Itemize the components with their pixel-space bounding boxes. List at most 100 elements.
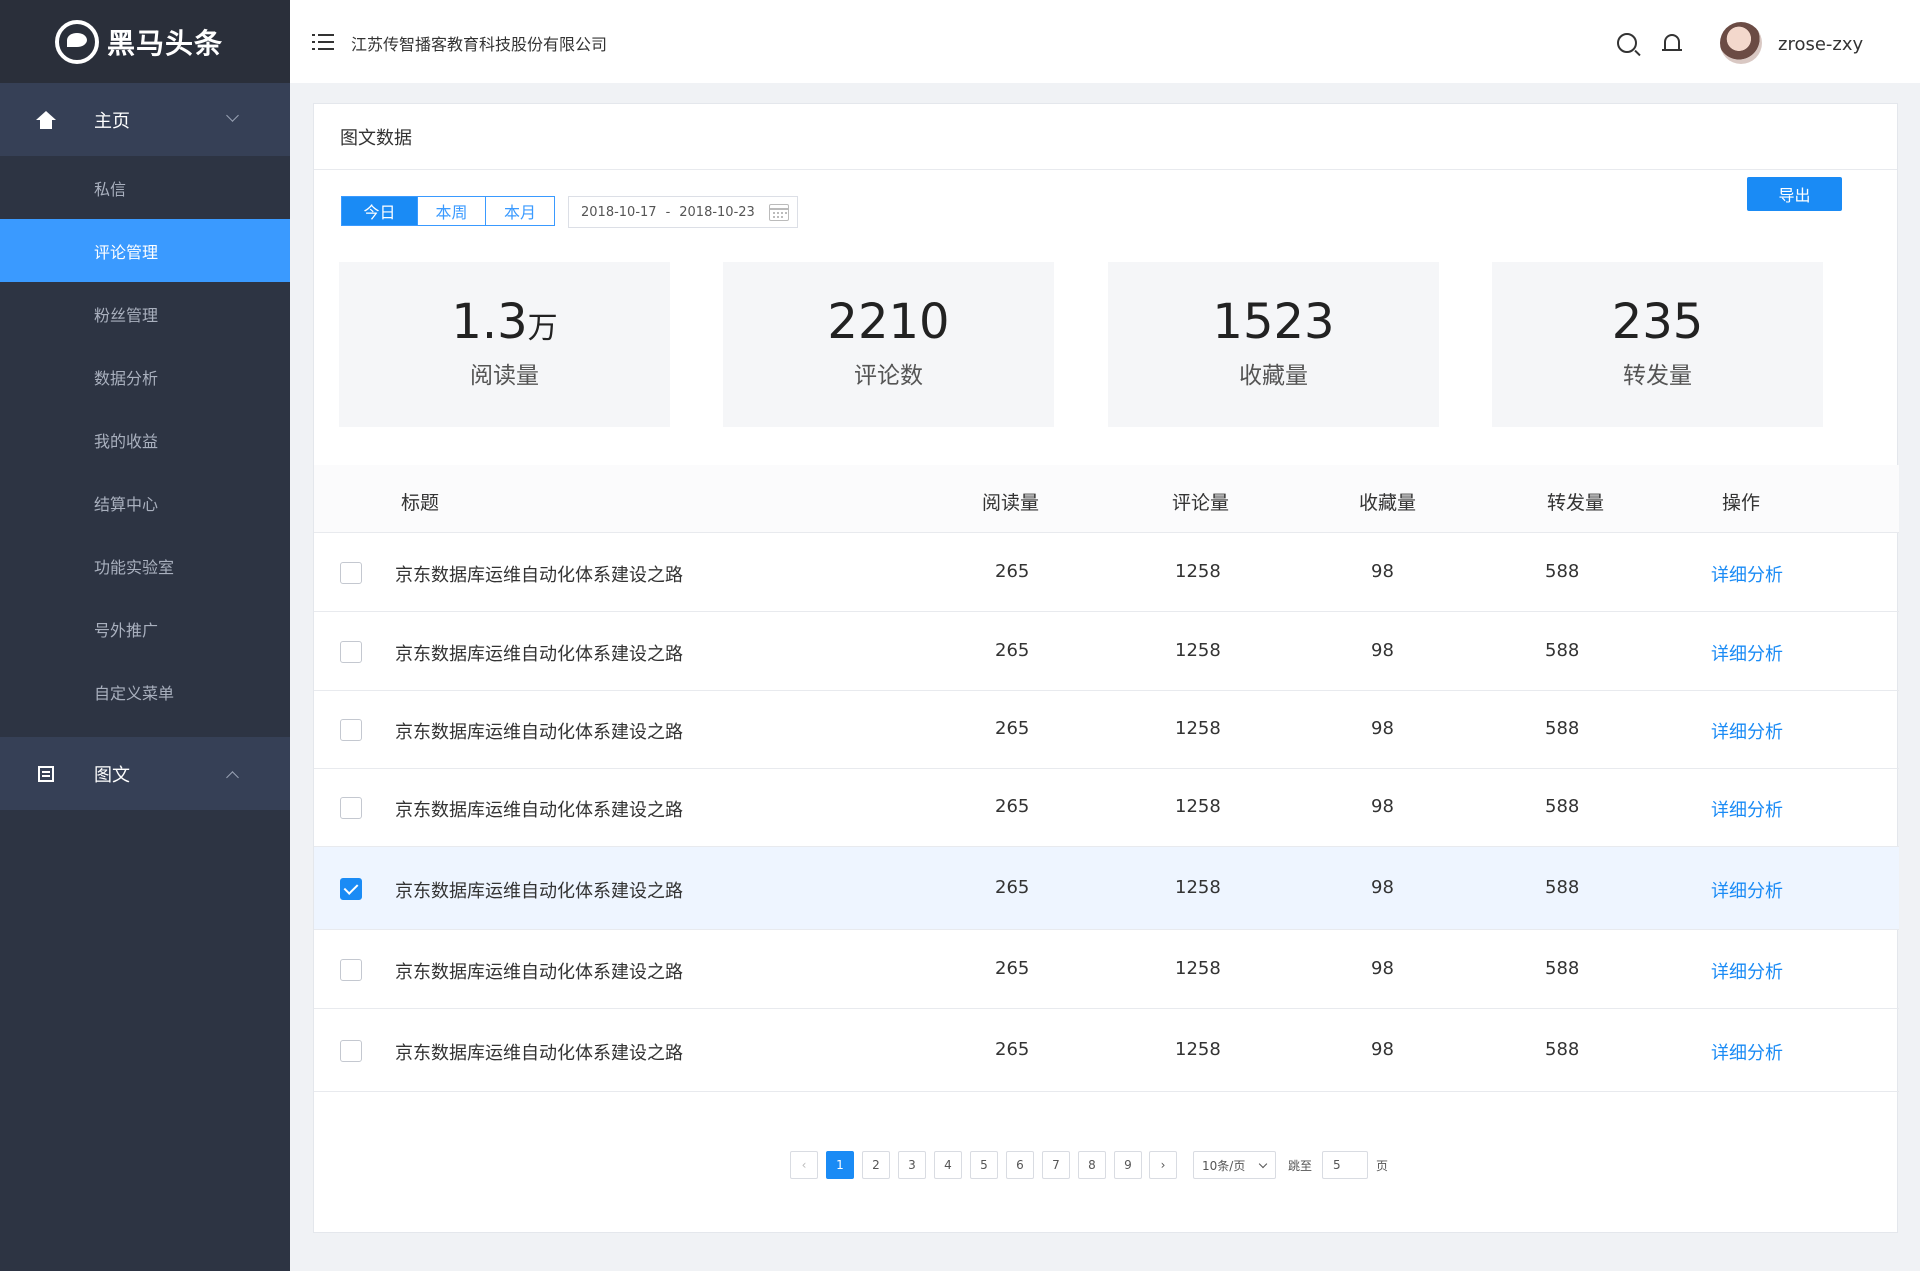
row-checkbox[interactable] xyxy=(340,719,362,741)
sidebar-item-messages[interactable]: 私信 xyxy=(0,156,290,219)
panel-title: 图文数据 xyxy=(314,104,1897,170)
stat-value: 1.3万 xyxy=(451,294,558,350)
tab-month[interactable]: 本月 xyxy=(486,197,554,225)
menu-group-tuwen[interactable]: 图文 xyxy=(0,737,290,810)
row-shares: 588 xyxy=(1545,1038,1580,1060)
table-row: 京东数据库运维自动化体系建设之路 265 1258 98 588 详细分析 xyxy=(314,930,1899,1009)
detail-analysis-link[interactable]: 详细分析 xyxy=(1711,1039,1783,1065)
document-icon xyxy=(35,763,57,785)
sidebar-item-comments[interactable]: 评论管理 xyxy=(0,219,290,282)
row-checkbox[interactable] xyxy=(340,797,362,819)
sidebar: 黑马头条 主页 私信 评论管理 粉丝管理 数据分析 我的收益 结算中心 功能实验… xyxy=(0,0,290,1271)
tab-today[interactable]: 今日 xyxy=(342,197,418,225)
detail-analysis-link[interactable]: 详细分析 xyxy=(1711,561,1783,587)
username[interactable]: zrose-zxy xyxy=(1778,34,1863,55)
table-row: 京东数据库运维自动化体系建设之路 265 1258 98 588 详细分析 xyxy=(314,534,1899,612)
sidebar-item-label: 结算中心 xyxy=(94,494,159,514)
company-name: 江苏传智播客教育科技股份有限公司 xyxy=(351,35,608,54)
page-button-4[interactable]: 4 xyxy=(934,1151,962,1179)
page-button-8[interactable]: 8 xyxy=(1078,1151,1106,1179)
page-button-5[interactable]: 5 xyxy=(970,1151,998,1179)
row-favorites: 98 xyxy=(1371,876,1394,898)
detail-analysis-link[interactable]: 详细分析 xyxy=(1711,718,1783,744)
menu-group-home[interactable]: 主页 xyxy=(0,83,290,156)
row-shares: 588 xyxy=(1545,718,1580,739)
row-checkbox[interactable] xyxy=(340,958,362,981)
row-reads: 265 xyxy=(995,876,1030,898)
row-shares: 588 xyxy=(1545,561,1580,582)
prev-page-button[interactable]: ‹ xyxy=(790,1151,818,1179)
row-reads: 265 xyxy=(995,561,1030,582)
row-checkbox[interactable] xyxy=(340,877,362,900)
row-favorites: 98 xyxy=(1371,1038,1394,1060)
table-row: 京东数据库运维自动化体系建设之路 265 1258 98 588 详细分析 xyxy=(314,769,1899,847)
row-title: 京东数据库运维自动化体系建设之路 xyxy=(395,565,683,586)
sidebar-item-label: 评论管理 xyxy=(94,242,159,262)
row-shares: 588 xyxy=(1545,639,1580,661)
table-row: 京东数据库运维自动化体系建设之路 265 1258 98 588 详细分析 xyxy=(314,612,1899,691)
page-button-9[interactable]: 9 xyxy=(1114,1151,1142,1179)
column-header-comments: 评论量 xyxy=(1172,492,1230,514)
row-checkbox[interactable] xyxy=(340,1039,362,1062)
avatar[interactable] xyxy=(1720,22,1762,64)
chevron-up-icon xyxy=(226,771,239,784)
detail-analysis-link[interactable]: 详细分析 xyxy=(1711,796,1783,822)
detail-analysis-link[interactable]: 详细分析 xyxy=(1711,958,1783,984)
column-header-title: 标题 xyxy=(401,492,440,514)
sidebar-item-fans[interactable]: 粉丝管理 xyxy=(0,282,290,345)
sidebar-item-custom-menu[interactable]: 自定义菜单 xyxy=(0,660,290,723)
top-header: 江苏传智播客教育科技股份有限公司 zrose-zxy xyxy=(290,0,1920,83)
stat-label: 收藏量 xyxy=(1239,363,1308,389)
row-title: 京东数据库运维自动化体系建设之路 xyxy=(395,800,683,821)
row-comments: 1258 xyxy=(1175,718,1221,739)
menu-toggle-icon[interactable] xyxy=(312,34,334,50)
page-button-2[interactable]: 2 xyxy=(862,1151,890,1179)
page-button-7[interactable]: 7 xyxy=(1042,1151,1070,1179)
detail-analysis-link[interactable]: 详细分析 xyxy=(1711,877,1783,903)
sidebar-item-analytics[interactable]: 数据分析 xyxy=(0,345,290,408)
page-button-1[interactable]: 1 xyxy=(826,1151,854,1179)
page-button-3[interactable]: 3 xyxy=(898,1151,926,1179)
sidebar-item-promotion[interactable]: 号外推广 xyxy=(0,597,290,660)
column-header-shares: 转发量 xyxy=(1547,492,1605,514)
row-reads: 265 xyxy=(995,1038,1030,1060)
period-tabs: 今日 本周 本月 xyxy=(341,196,555,226)
stat-value: 2210 xyxy=(827,294,950,350)
row-title: 京东数据库运维自动化体系建设之路 xyxy=(395,722,683,743)
stat-label: 评论数 xyxy=(854,363,923,389)
table-row: 京东数据库运维自动化体系建设之路 265 1258 98 588 详细分析 xyxy=(314,847,1899,930)
sidebar-item-label: 号外推广 xyxy=(94,620,159,640)
jump-page-input[interactable]: 5 xyxy=(1322,1151,1368,1179)
column-header-actions: 操作 xyxy=(1722,492,1761,514)
logo[interactable]: 黑马头条 xyxy=(0,0,290,83)
search-icon[interactable] xyxy=(1617,33,1637,53)
logo-mark-icon xyxy=(55,19,99,64)
table-header: 标题 阅读量 评论量 收藏量 转发量 操作 xyxy=(314,465,1899,533)
table-row: 京东数据库运维自动化体系建设之路 265 1258 98 588 详细分析 xyxy=(314,691,1899,769)
bell-icon[interactable] xyxy=(1662,32,1682,54)
sidebar-item-label: 自定义菜单 xyxy=(94,683,175,703)
page-button-6[interactable]: 6 xyxy=(1006,1151,1034,1179)
row-title: 京东数据库运维自动化体系建设之路 xyxy=(395,961,683,983)
article-data-panel: 图文数据 今日 本周 本月 2018-10-17 - 2018-10-23 导出… xyxy=(313,103,1899,1233)
date-range-picker[interactable]: 2018-10-17 - 2018-10-23 xyxy=(568,196,798,228)
row-favorites: 98 xyxy=(1371,718,1394,739)
export-button[interactable]: 导出 xyxy=(1747,177,1842,211)
detail-analysis-link[interactable]: 详细分析 xyxy=(1711,640,1783,666)
next-page-button[interactable]: › xyxy=(1149,1151,1177,1179)
row-checkbox[interactable] xyxy=(340,562,362,584)
sidebar-item-label: 粉丝管理 xyxy=(94,305,159,325)
row-title: 京东数据库运维自动化体系建设之路 xyxy=(395,1042,683,1064)
page-size-select[interactable]: 10条/页 xyxy=(1193,1151,1276,1179)
row-checkbox[interactable] xyxy=(340,640,362,663)
row-comments: 1258 xyxy=(1175,639,1221,661)
chevron-down-icon xyxy=(226,109,239,122)
sidebar-item-earnings[interactable]: 我的收益 xyxy=(0,408,290,471)
sidebar-item-settlement[interactable]: 结算中心 xyxy=(0,471,290,534)
row-comments: 1258 xyxy=(1175,561,1221,582)
sidebar-item-lab[interactable]: 功能实验室 xyxy=(0,534,290,597)
jump-label: 跳至 xyxy=(1288,1159,1313,1173)
row-shares: 588 xyxy=(1545,876,1580,898)
page-suffix: 页 xyxy=(1376,1159,1389,1173)
tab-week[interactable]: 本周 xyxy=(418,197,486,225)
